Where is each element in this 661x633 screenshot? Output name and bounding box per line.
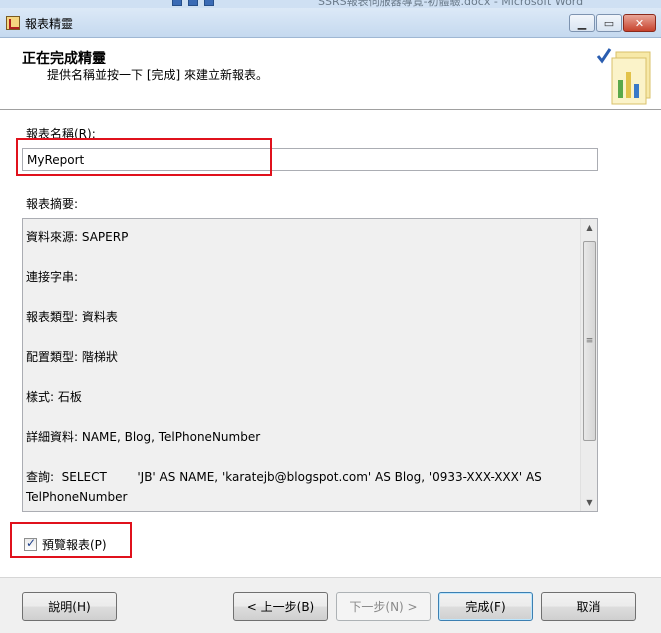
summary-label: 報表摘要: bbox=[26, 197, 79, 211]
background-toolbar-icons bbox=[172, 0, 214, 6]
summary-line: 資料來源: SAPERP bbox=[26, 230, 129, 244]
undo-icon bbox=[204, 0, 214, 6]
summary-scrollbar[interactable]: ▲ ≡ ▼ bbox=[580, 219, 597, 511]
next-button[interactable]: 下一步(N) > bbox=[336, 592, 431, 621]
wizard-graphic-icon bbox=[596, 48, 651, 105]
close-icon: ✕ bbox=[634, 16, 645, 30]
summary-line: 報表類型: 資料表 bbox=[26, 310, 118, 324]
summary-box[interactable]: 資料來源: SAPERP 連接字串: 報表類型: 資料表 配置類型: 階梯狀 樣… bbox=[22, 218, 598, 512]
summary-content: 資料來源: SAPERP 連接字串: 報表類型: 資料表 配置類型: 階梯狀 樣… bbox=[26, 227, 578, 511]
window-title: 報表精靈 bbox=[25, 17, 74, 31]
summary-line: 詳細資料: NAME, Blog, TelPhoneNumber bbox=[26, 430, 261, 444]
background-window-title: SSRS報表伺服器導覽-初體驗.docx - Microsoft Word bbox=[318, 0, 584, 8]
report-wizard-icon bbox=[6, 16, 20, 30]
checkbox-checked-icon[interactable] bbox=[24, 536, 37, 551]
summary-line: 查詢: SELECT 'JB' AS NAME, 'karatejb@blogs… bbox=[26, 470, 542, 511]
help-button[interactable]: 說明(H) bbox=[22, 592, 117, 621]
maximize-icon: ▭ bbox=[603, 16, 615, 30]
summary-line: 連接字串: bbox=[26, 270, 79, 284]
summary-line: 樣式: 石板 bbox=[26, 390, 82, 404]
report-name-label: 報表名稱(R): bbox=[26, 127, 96, 141]
page-subtitle: 提供名稱並按一下 [完成] 來建立新報表。 bbox=[47, 68, 268, 82]
word-icon bbox=[172, 0, 182, 6]
summary-line: 配置類型: 階梯狀 bbox=[26, 350, 118, 364]
background-window-strip: SSRS報表伺服器導覽-初體驗.docx - Microsoft Word bbox=[0, 0, 661, 8]
title-bar: 報表精靈 ▁ ▭ ✕ bbox=[0, 8, 661, 38]
minimize-icon: ▁ bbox=[577, 16, 587, 30]
minimize-button[interactable]: ▁ bbox=[569, 14, 595, 32]
back-button[interactable]: < 上一步(B) bbox=[233, 592, 328, 621]
report-name-input[interactable] bbox=[22, 148, 598, 171]
finish-button[interactable]: 完成(F) bbox=[438, 592, 533, 621]
close-button[interactable]: ✕ bbox=[623, 14, 656, 32]
wizard-header: 正在完成精靈 提供名稱並按一下 [完成] 來建立新報表。 bbox=[0, 38, 661, 110]
preview-report-label[interactable]: 預覽報表(P) bbox=[42, 536, 107, 553]
scroll-up-icon[interactable]: ▲ bbox=[581, 219, 597, 236]
wizard-footer: 說明(H) < 上一步(B) 下一步(N) > 完成(F) 取消 bbox=[0, 577, 661, 633]
maximize-button[interactable]: ▭ bbox=[596, 14, 622, 32]
preview-report-checkbox[interactable]: 預覽報表(P) bbox=[24, 536, 107, 553]
save-icon bbox=[188, 0, 198, 6]
page-title: 正在完成精靈 bbox=[22, 51, 106, 67]
scroll-down-icon[interactable]: ▼ bbox=[581, 494, 597, 511]
cancel-button[interactable]: 取消 bbox=[541, 592, 636, 621]
scroll-thumb[interactable]: ≡ bbox=[583, 241, 596, 441]
